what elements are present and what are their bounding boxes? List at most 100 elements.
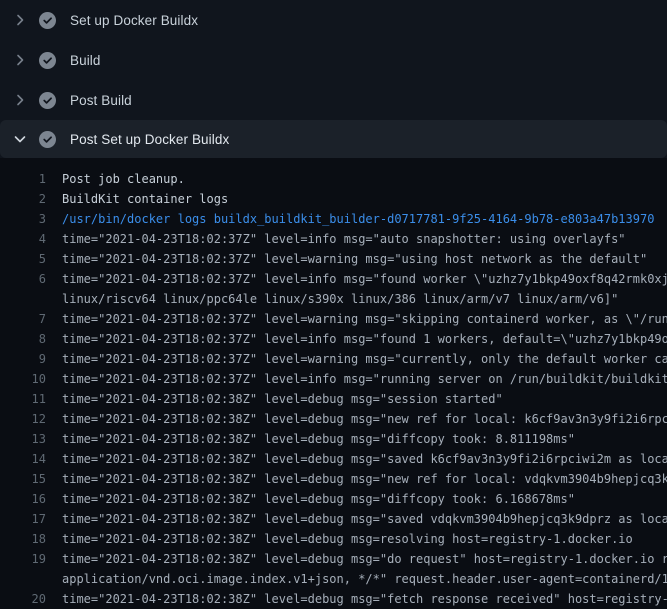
log-text: application/vnd.oci.image.index.v1+json,…: [62, 572, 667, 586]
log-line-text-wrap: ▼time="2021-04-23T18:02:38Z" level=debug…: [62, 589, 667, 609]
log-line-number[interactable]: [0, 569, 46, 589]
log-line-number[interactable]: 7: [0, 309, 46, 329]
log-line-number[interactable]: 9: [0, 349, 46, 369]
check-circle-icon: [39, 12, 56, 29]
log-line: 8 ▼time="2021-04-23T18:02:37Z" level=inf…: [0, 329, 667, 349]
log-line-number[interactable]: 19: [0, 549, 46, 569]
log-text: time="2021-04-23T18:02:38Z" level=debug …: [62, 452, 667, 466]
log-line-text-wrap: ▼time="2021-04-23T18:02:37Z" level=warni…: [62, 349, 667, 369]
log-text: BuildKit container logs: [62, 192, 228, 206]
log-line-text-wrap: ▼time="2021-04-23T18:02:37Z" level=warni…: [62, 309, 667, 329]
log-line-text-wrap: ▼time="2021-04-23T18:02:38Z" level=debug…: [62, 489, 667, 509]
log-line: 11 ▼time="2021-04-23T18:02:38Z" level=de…: [0, 389, 667, 409]
log-text: time="2021-04-23T18:02:37Z" level=warnin…: [62, 252, 647, 266]
log-line: 13 ▼time="2021-04-23T18:02:38Z" level=de…: [0, 429, 667, 449]
log-line-text-wrap: ▼time="2021-04-23T18:02:38Z" level=debug…: [62, 389, 667, 409]
check-circle-icon: [39, 131, 56, 148]
log-line-number[interactable]: 2: [0, 189, 46, 209]
log-text: time="2021-04-23T18:02:38Z" level=debug …: [62, 432, 575, 446]
log-line: 9 ▼time="2021-04-23T18:02:37Z" level=war…: [0, 349, 667, 369]
log-line-text-wrap: ▼Post job cleanup.: [62, 169, 667, 189]
chevron-down-icon[interactable]: [12, 131, 28, 147]
log-line-text-wrap: ▼application/vnd.oci.image.index.v1+json…: [62, 569, 667, 589]
step-title: Post Set up Docker Buildx: [70, 132, 229, 147]
log-line-number[interactable]: 17: [0, 509, 46, 529]
log-line-number[interactable]: 11: [0, 389, 46, 409]
log-line-number[interactable]: 20: [0, 589, 46, 609]
chevron-right-icon[interactable]: [12, 52, 28, 68]
log-text: time="2021-04-23T18:02:37Z" level=info m…: [62, 332, 667, 346]
log-viewer: 1 ▼Post job cleanup. 2 ▼BuildKit contain…: [0, 158, 667, 609]
log-line-text-wrap: ▼time="2021-04-23T18:02:38Z" level=debug…: [62, 529, 667, 549]
log-line-number[interactable]: 16: [0, 489, 46, 509]
step-row[interactable]: Post Set up Docker Buildx: [0, 120, 667, 158]
log-line-number[interactable]: 12: [0, 409, 46, 429]
step-title: Post Build: [70, 93, 132, 108]
step-title: Set up Docker Buildx: [70, 13, 198, 28]
log-line-text-wrap: ▼time="2021-04-23T18:02:38Z" level=debug…: [62, 429, 667, 449]
log-line: ▼application/vnd.oci.image.index.v1+json…: [0, 569, 667, 589]
log-text: Post job cleanup.: [62, 172, 185, 186]
log-line: 6 ▼time="2021-04-23T18:02:37Z" level=inf…: [0, 269, 667, 289]
log-line-number[interactable]: 6: [0, 269, 46, 289]
log-line: 12 ▼time="2021-04-23T18:02:38Z" level=de…: [0, 409, 667, 429]
log-line: 1 ▼Post job cleanup.: [0, 169, 667, 189]
step-row[interactable]: Set up Docker Buildx: [0, 0, 667, 40]
log-text: linux/riscv64 linux/ppc64le linux/s390x …: [62, 292, 618, 306]
log-line-number[interactable]: 15: [0, 469, 46, 489]
step-list: Set up Docker Buildx Build: [0, 0, 667, 158]
check-circle-icon: [39, 92, 56, 109]
log-line: 16 ▼time="2021-04-23T18:02:38Z" level=de…: [0, 489, 667, 509]
log-line-number[interactable]: 5: [0, 249, 46, 269]
log-line: 19 ▼time="2021-04-23T18:02:38Z" level=de…: [0, 549, 667, 569]
log-line-number[interactable]: 3: [0, 209, 46, 229]
log-line-number[interactable]: 14: [0, 449, 46, 469]
log-line-number[interactable]: 10: [0, 369, 46, 389]
log-line: 17 ▼time="2021-04-23T18:02:38Z" level=de…: [0, 509, 667, 529]
log-line: 14 ▼time="2021-04-23T18:02:38Z" level=de…: [0, 449, 667, 469]
log-line: 15 ▼time="2021-04-23T18:02:38Z" level=de…: [0, 469, 667, 489]
log-line: ▼linux/riscv64 linux/ppc64le linux/s390x…: [0, 289, 667, 309]
log-line-text-wrap: ▼BuildKit container logs: [62, 189, 667, 209]
log-line-text-wrap: ▼linux/riscv64 linux/ppc64le linux/s390x…: [62, 289, 667, 309]
log-text: time="2021-04-23T18:02:38Z" level=debug …: [62, 532, 633, 546]
step-row[interactable]: Build: [0, 40, 667, 80]
log-line-text-wrap: ▼time="2021-04-23T18:02:38Z" level=debug…: [62, 549, 667, 569]
log-text: time="2021-04-23T18:02:37Z" level=warnin…: [62, 352, 667, 366]
step-row[interactable]: Post Build: [0, 80, 667, 120]
log-line-number[interactable]: 4: [0, 229, 46, 249]
log-text: time="2021-04-23T18:02:38Z" level=debug …: [62, 392, 503, 406]
log-text: time="2021-04-23T18:02:38Z" level=debug …: [62, 512, 667, 526]
log-line-text-wrap: ▼time="2021-04-23T18:02:37Z" level=info …: [62, 329, 667, 349]
log-text: time="2021-04-23T18:02:38Z" level=debug …: [62, 552, 667, 566]
log-line-text-wrap: ▼time="2021-04-23T18:02:37Z" level=warni…: [62, 249, 667, 269]
log-text: time="2021-04-23T18:02:37Z" level=info m…: [62, 272, 667, 286]
log-line: 7 ▼time="2021-04-23T18:02:37Z" level=war…: [0, 309, 667, 329]
log-line-text-wrap: ▼time="2021-04-23T18:02:38Z" level=debug…: [62, 469, 667, 489]
log-line-text-wrap: ▼/usr/bin/docker logs buildx_buildkit_bu…: [62, 209, 667, 229]
log-line-number[interactable]: 1: [0, 169, 46, 189]
chevron-right-icon[interactable]: [12, 92, 28, 108]
log-line: 3 ▼/usr/bin/docker logs buildx_buildkit_…: [0, 209, 667, 229]
log-line-number[interactable]: 8: [0, 329, 46, 349]
log-text: time="2021-04-23T18:02:38Z" level=debug …: [62, 472, 667, 486]
log-line: 5 ▼time="2021-04-23T18:02:37Z" level=war…: [0, 249, 667, 269]
step-title: Build: [70, 53, 101, 68]
log-text: time="2021-04-23T18:02:38Z" level=debug …: [62, 412, 667, 426]
log-line-number[interactable]: 13: [0, 429, 46, 449]
log-text: time="2021-04-23T18:02:38Z" level=debug …: [62, 492, 575, 506]
log-line-number[interactable]: 18: [0, 529, 46, 549]
log-line-text-wrap: ▼time="2021-04-23T18:02:38Z" level=debug…: [62, 509, 667, 529]
log-line: 18 ▼time="2021-04-23T18:02:38Z" level=de…: [0, 529, 667, 549]
log-line-text-wrap: ▼time="2021-04-23T18:02:37Z" level=info …: [62, 229, 667, 249]
log-line: 4 ▼time="2021-04-23T18:02:37Z" level=inf…: [0, 229, 667, 249]
log-text: time="2021-04-23T18:02:38Z" level=debug …: [62, 592, 667, 606]
log-text: time="2021-04-23T18:02:37Z" level=info m…: [62, 232, 626, 246]
log-text: time="2021-04-23T18:02:37Z" level=warnin…: [62, 312, 667, 326]
log-line-text-wrap: ▼time="2021-04-23T18:02:38Z" level=debug…: [62, 409, 667, 429]
log-line-number[interactable]: [0, 289, 46, 309]
log-text: time="2021-04-23T18:02:37Z" level=info m…: [62, 372, 667, 386]
log-line: 20 ▼time="2021-04-23T18:02:38Z" level=de…: [0, 589, 667, 609]
check-circle-icon: [39, 52, 56, 69]
chevron-right-icon[interactable]: [12, 12, 28, 28]
